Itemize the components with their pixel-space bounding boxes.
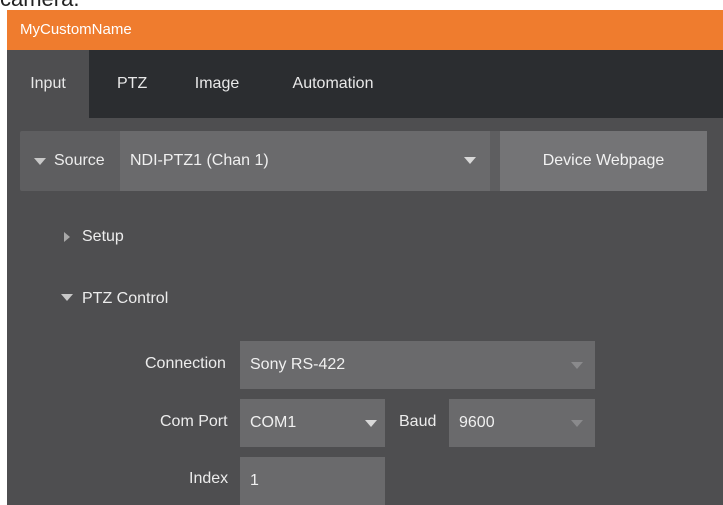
dropdown-arrow-icon [571, 362, 583, 369]
baud-select[interactable]: 9600 [449, 399, 595, 447]
com-port-value: COM1 [250, 414, 297, 431]
tab-image[interactable]: Image [187, 50, 247, 118]
tab-input[interactable]: Input [7, 50, 89, 118]
ptz-input-window: MyCustomName Input PTZ Image Automation … [7, 10, 723, 505]
baud-value: 9600 [459, 414, 495, 431]
setup-expand-icon[interactable] [64, 232, 70, 242]
source-label: Source [54, 152, 105, 169]
tab-automation[interactable]: Automation [283, 50, 383, 118]
dropdown-arrow-icon [464, 157, 476, 164]
tab-bar: Input PTZ Image Automation [7, 50, 723, 118]
index-input[interactable]: 1 [240, 457, 385, 505]
setup-section-header[interactable]: Setup [82, 228, 124, 246]
index-value: 1 [250, 472, 259, 489]
com-port-select[interactable]: COM1 [240, 399, 385, 447]
ptz-control-section-header[interactable]: PTZ Control [82, 290, 168, 308]
connection-label: Connection [145, 355, 226, 372]
dropdown-arrow-icon [571, 420, 583, 427]
window-title: MyCustomName [7, 10, 723, 50]
tab-ptz[interactable]: PTZ [117, 50, 147, 118]
connection-value: Sony RS-422 [250, 356, 346, 373]
com-port-label: Com Port [160, 413, 228, 430]
source-bar: Source NDI-PTZ1 (Chan 1) Device Webpage [20, 131, 707, 191]
source-select[interactable]: NDI-PTZ1 (Chan 1) [120, 131, 490, 191]
dropdown-arrow-icon [365, 420, 377, 427]
connection-select[interactable]: Sony RS-422 [240, 341, 595, 389]
input-panel: Source NDI-PTZ1 (Chan 1) Device Webpage … [7, 118, 723, 505]
source-collapse-icon[interactable] [34, 158, 46, 165]
source-selected-value: NDI-PTZ1 (Chan 1) [130, 152, 269, 169]
baud-label: Baud [399, 413, 437, 430]
caption-fragment: camera. [0, 0, 79, 11]
device-webpage-button[interactable]: Device Webpage [500, 131, 707, 191]
index-label: Index [189, 470, 229, 487]
ptz-control-collapse-icon[interactable] [61, 294, 73, 301]
